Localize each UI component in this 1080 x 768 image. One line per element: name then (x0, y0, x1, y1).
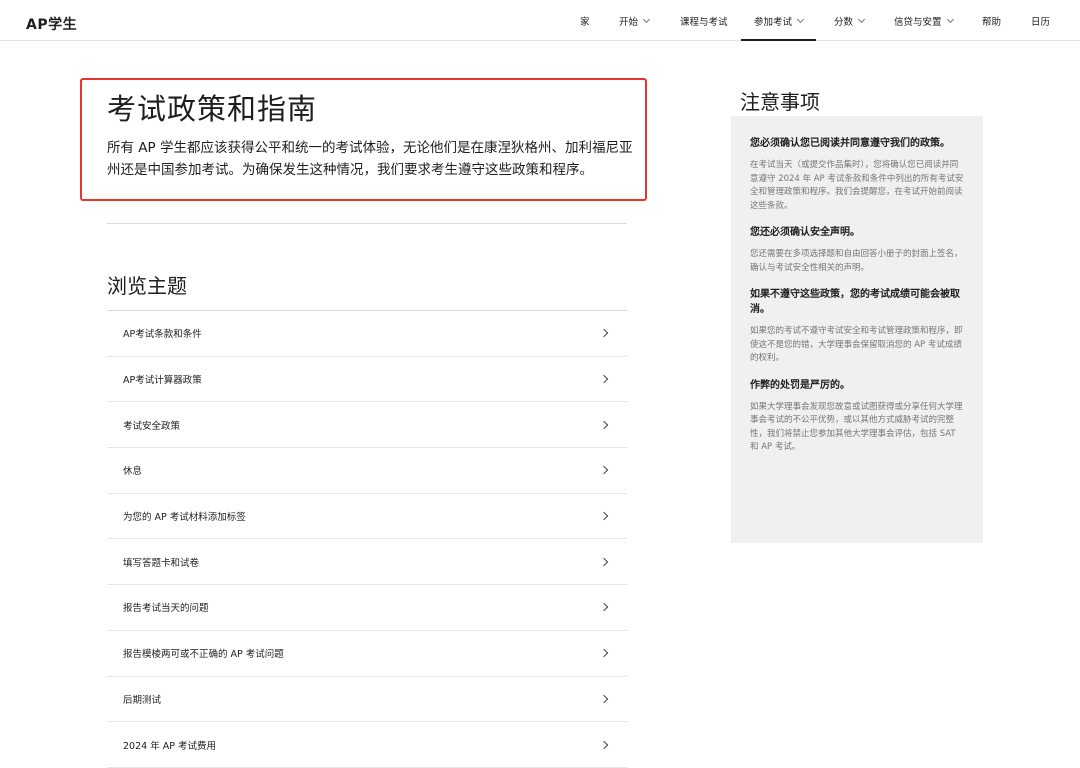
nav-get-started-label: 开始 (619, 16, 639, 28)
note-item: 作弊的处罚是严厉的。 如果大学理事会发现您故意或试图获得或分享任何大学理事会考试… (750, 378, 965, 455)
nav-help-label: 帮助 (982, 16, 1002, 28)
chevron-down-icon (857, 15, 866, 23)
nav-courses-and-exams-label: 课程与考试 (680, 16, 728, 28)
topic-item-answer-sheets[interactable]: 填写答题卡和试卷 (107, 539, 627, 586)
nav-credit-and-placement[interactable]: 信贷与安置 (894, 0, 954, 41)
chevron-down-icon (796, 15, 805, 23)
note-title: 作弊的处罚是严厉的。 (750, 379, 850, 391)
chevron-right-icon (599, 420, 609, 429)
note-body: 您还需要在多项选择题和自由回答小册子的封面上签名，确认与考试安全性相关的声明。 (750, 249, 963, 273)
topic-item-terms-and-conditions[interactable]: AP考试条款和条件 (107, 311, 627, 357)
chevron-right-icon (599, 648, 609, 658)
topic-label: 填写答题卡和试卷 (123, 557, 200, 569)
topic-label: 报告模棱两可或不正确的 AP 考试问题 (123, 649, 284, 661)
section-divider (107, 223, 627, 224)
note-body: 如果您的考试不遵守考试安全和考试管理政策和程序，即使这不是您的错，大学理事会保留… (750, 326, 963, 363)
topic-label: 后期测试 (123, 694, 162, 706)
chevron-down-icon (946, 15, 954, 23)
note-title: 您还必须确认安全声明。 (750, 227, 860, 238)
topic-label: 考试安全政策 (123, 420, 181, 432)
browse-topics-heading: 浏览主题 (107, 274, 187, 298)
page-title: 考试政策和指南 (107, 92, 318, 126)
nav-home[interactable]: 家 (580, 0, 590, 41)
topic-item-late-testing[interactable]: 后期测试 (107, 677, 627, 723)
chevron-right-icon (599, 329, 609, 338)
topic-label: 报告考试当天的问题 (123, 603, 209, 615)
topic-label: 2024 年 AP 考试费用 (123, 740, 216, 752)
topic-label: AP考试计算器政策 (123, 375, 202, 387)
nav-credit-and-placement-label: 信贷与安置 (894, 16, 942, 28)
topic-item-exam-security-policy[interactable]: 考试安全政策 (107, 402, 627, 449)
nav-taking-the-exam[interactable]: 参加考试 (740, 0, 817, 41)
note-item: 您必须确认您已阅读并同意遵守我们的政策。 在考试当天（或提交作品集时），您将确认… (750, 136, 965, 213)
topic-label: 为您的 AP 考试材料添加标签 (123, 512, 246, 524)
note-item: 您还必须确认安全声明。 您还需要在多项选择题和自由回答小册子的封面上签名，确认与… (750, 225, 965, 275)
intro-paragraph: 所有 AP 学生都应该获得公平和统一的考试体验，无论他们是在康涅狄格州、加利福尼… (107, 140, 633, 178)
nav-help[interactable]: 帮助 (982, 0, 1001, 41)
chevron-right-icon (599, 557, 609, 567)
chevron-right-icon (599, 466, 609, 475)
topic-label: AP考试条款和条件 (123, 329, 202, 341)
nav-scores-label: 分数 (834, 16, 854, 28)
site-logo[interactable]: AP学生 (26, 14, 77, 34)
chevron-right-icon (599, 511, 609, 521)
nav-calendar-label: 日历 (1031, 16, 1051, 28)
chevron-right-icon (599, 374, 609, 384)
note-item: 如果不遵守这些政策，您的考试成绩可能会被取消。 如果您的考试不遵守考试安全和考试… (750, 287, 965, 366)
topic-list: AP考试条款和条件 AP考试计算器政策 考试安全政策 休息 为您的 AP 考试材… (107, 310, 627, 768)
topic-label: 休息 (123, 466, 143, 478)
chevron-right-icon (599, 694, 609, 704)
nav-courses-and-exams[interactable]: 课程与考试 (680, 0, 728, 41)
topic-item-exam-day-issues[interactable]: 报告考试当天的问题 (107, 585, 627, 631)
nav-scores[interactable]: 分数 (834, 0, 866, 41)
nav-home-label: 家 (580, 16, 590, 28)
top-navigation-bar: AP学生 家 开始 课程与考试 参加考试 分数 信贷与安置 帮助 日历 (0, 0, 1080, 41)
nav-get-started[interactable]: 开始 (619, 0, 651, 41)
chevron-down-icon (642, 15, 651, 23)
notes-heading: 注意事项 (740, 90, 820, 114)
topic-item-breaks[interactable]: 休息 (107, 448, 627, 494)
chevron-right-icon (599, 740, 609, 749)
notes-panel: 您必须确认您已阅读并同意遵守我们的政策。 在考试当天（或提交作品集时），您将确认… (731, 116, 983, 543)
note-title: 您必须确认您已阅读并同意遵守我们的政策。 (750, 138, 950, 149)
topic-item-report-incorrect-questions[interactable]: 报告模棱两可或不正确的 AP 考试问题 (107, 631, 627, 677)
topic-item-exam-fees[interactable]: 2024 年 AP 考试费用 (107, 722, 627, 768)
chevron-right-icon (599, 603, 609, 612)
nav-calendar[interactable]: 日历 (1031, 0, 1050, 41)
note-body: 如果大学理事会发现您故意或试图获得或分享任何大学理事会考试的不公平优势，或以其他… (750, 401, 963, 453)
note-body: 在考试当天（或提交作品集时），您将确认您已阅读并同意遵守 2024 年 AP 考… (750, 160, 964, 211)
nav-taking-the-exam-label: 参加考试 (754, 16, 793, 28)
topic-item-calculator-policy[interactable]: AP考试计算器政策 (107, 357, 627, 403)
topic-item-labeling-materials[interactable]: 为您的 AP 考试材料添加标签 (107, 494, 627, 540)
note-title: 如果不遵守这些政策，您的考试成绩可能会被取消。 (750, 289, 960, 315)
